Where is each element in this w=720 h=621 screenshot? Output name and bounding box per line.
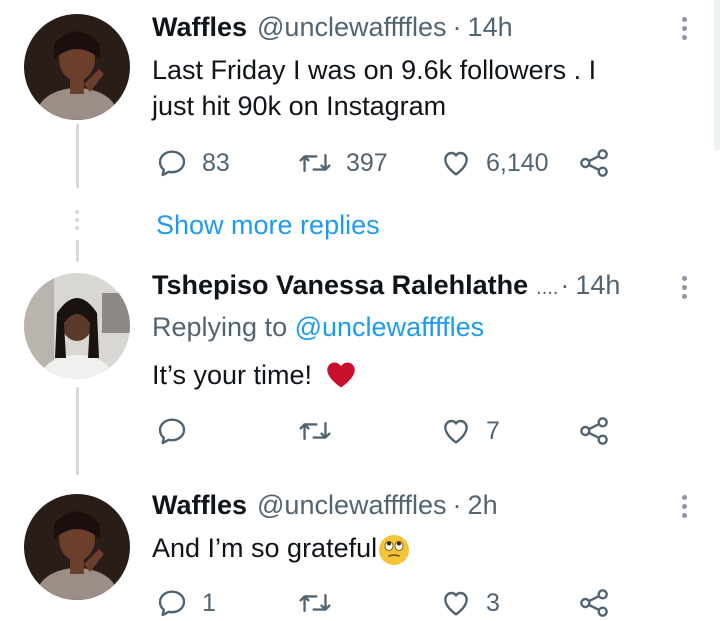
display-name[interactable]: Waffles <box>152 12 247 43</box>
reply-icon <box>158 418 186 445</box>
avatar[interactable] <box>24 494 130 600</box>
more-vertical-icon[interactable] <box>682 495 688 518</box>
share-button[interactable] <box>578 147 610 179</box>
scroll-indicator <box>714 0 720 150</box>
share-icon <box>580 589 608 617</box>
reply-button[interactable]: 1 <box>156 587 216 619</box>
retweet-icon <box>299 153 331 173</box>
tweet-text: Last Friday I was on 9.6k followers . I … <box>152 52 672 124</box>
avatar-photo <box>24 273 130 379</box>
thread-gap-dots <box>75 210 79 230</box>
reply-button[interactable]: 83 <box>156 147 230 179</box>
like-button[interactable]: 3 <box>440 587 500 619</box>
like-count: 3 <box>486 588 500 617</box>
name-ellipsis: .... <box>536 277 559 299</box>
avatar[interactable] <box>24 14 130 120</box>
timestamp[interactable]: 2h <box>468 490 498 521</box>
thread-line <box>76 387 79 475</box>
replying-to-handle[interactable]: @unclewaffffles <box>295 312 485 342</box>
heart-icon <box>444 151 468 176</box>
display-name[interactable]: Tshepiso Vanessa Ralehlathe <box>152 270 528 301</box>
tweet-text: And I’m so grateful <box>152 530 672 566</box>
show-more-replies-link[interactable]: Show more replies <box>156 210 380 241</box>
retweet-icon <box>299 593 331 613</box>
share-icon <box>580 417 608 445</box>
thread-line <box>76 240 79 262</box>
like-count: 6,140 <box>486 148 549 177</box>
user-handle[interactable]: @unclewaffffles <box>257 12 447 43</box>
tweet-text-line: just hit 90k on Instagram <box>152 91 447 121</box>
reply-count: 1 <box>202 588 216 617</box>
separator: · <box>560 270 570 300</box>
replying-to-label: Replying to <box>152 312 288 342</box>
display-name[interactable]: Waffles <box>152 490 247 521</box>
avatar[interactable] <box>24 273 130 379</box>
reply-button[interactable] <box>156 415 202 447</box>
heart-icon <box>444 591 468 616</box>
tweet-header: Tshepiso Vanessa Ralehlathe .... · 14h <box>152 270 620 301</box>
thread-line <box>76 124 79 188</box>
tweet-text: It’s your time! <box>152 357 672 393</box>
replying-to: Replying to @unclewaffffles <box>152 312 484 343</box>
tweet-header: Waffles @unclewaffffles · 2h <box>152 490 498 521</box>
timestamp[interactable]: 14h <box>575 270 620 301</box>
like-button[interactable]: 7 <box>440 415 500 447</box>
separator: · <box>452 12 462 42</box>
retweet-button[interactable] <box>298 587 346 619</box>
heart-icon <box>444 419 468 444</box>
separator: · <box>452 490 462 520</box>
share-button[interactable] <box>578 587 610 619</box>
user-handle[interactable]: @unclewaffffles <box>257 490 447 521</box>
rolling-eyes-emoji <box>379 534 410 565</box>
reply-count: 83 <box>202 148 230 177</box>
more-vertical-icon[interactable] <box>682 17 688 40</box>
tweet-text-line: Last Friday I was on 9.6k followers . I <box>152 55 597 85</box>
retweet-button[interactable]: 397 <box>298 147 388 179</box>
retweet-button[interactable] <box>298 415 346 447</box>
like-button[interactable]: 6,140 <box>440 147 549 179</box>
more-vertical-icon[interactable] <box>682 276 688 299</box>
retweet-count: 397 <box>346 148 388 177</box>
share-icon <box>580 149 608 177</box>
tweet-text-line: And I’m so grateful <box>152 533 378 563</box>
tweet-text-line: It’s your time! <box>152 360 313 390</box>
avatar-photo <box>24 494 130 600</box>
share-button[interactable] <box>578 415 610 447</box>
red-heart-emoji <box>326 362 355 388</box>
reply-icon <box>158 150 186 177</box>
retweet-icon <box>299 421 331 441</box>
reply-icon <box>158 590 186 617</box>
avatar-photo <box>24 14 130 120</box>
tweet-header: Waffles @unclewaffffles · 14h <box>152 12 513 43</box>
timestamp[interactable]: 14h <box>468 12 513 43</box>
like-count: 7 <box>486 416 500 445</box>
